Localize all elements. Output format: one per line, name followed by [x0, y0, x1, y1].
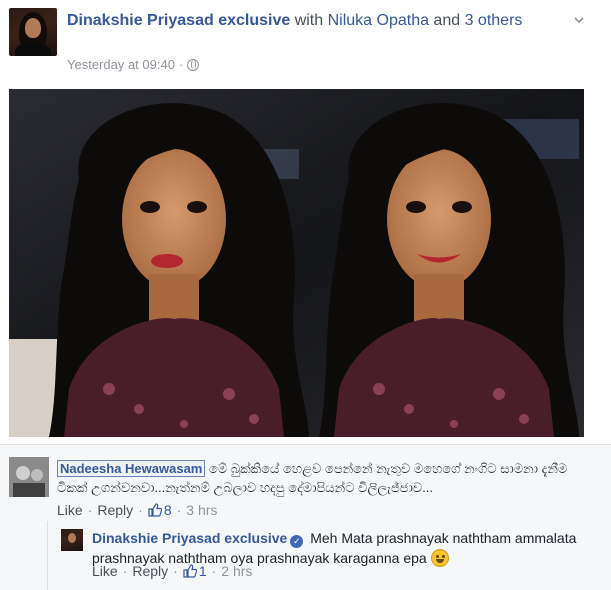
reaction-count[interactable]: 1	[183, 563, 207, 579]
meta-separator: ·	[178, 57, 184, 72]
globe-icon[interactable]	[187, 58, 200, 71]
comment-body: Nadeesha Hewawasam මේ බුක්කියේ හෙළව පෙන්…	[57, 459, 587, 497]
reply-link[interactable]: Reply	[132, 563, 168, 579]
reply-author-avatar[interactable]	[61, 529, 83, 551]
post-header-text: Dinakshie Priyasad exclusive with Niluka…	[67, 10, 527, 32]
reply-actions: Like · Reply · 1 · 2 hrs	[92, 563, 252, 579]
post-photo[interactable]	[9, 89, 584, 437]
thumbs-up-icon	[183, 564, 197, 578]
reaction-count-value: 1	[198, 563, 207, 579]
comment-actions: Like · Reply · 8 · 3 hrs	[57, 502, 217, 518]
reply-link[interactable]: Reply	[97, 502, 133, 518]
reply-time[interactable]: 2 hrs	[221, 563, 252, 579]
action-separator: ·	[211, 563, 217, 579]
action-separator: ·	[122, 563, 128, 579]
author-avatar[interactable]	[9, 8, 57, 56]
post-meta: Yesterday at 09:40 ·	[67, 57, 200, 72]
reply-thread-line	[47, 521, 48, 590]
action-separator: ·	[176, 502, 182, 518]
commenter-name-link[interactable]: Nadeesha Hewawasam	[57, 460, 206, 477]
others-link[interactable]: 3 others	[465, 12, 523, 29]
with-text: with	[290, 12, 328, 29]
post-header: Dinakshie Priyasad exclusive with Niluka…	[9, 8, 599, 78]
facebook-post: Dinakshie Priyasad exclusive with Niluka…	[0, 0, 611, 590]
action-separator: ·	[87, 502, 93, 518]
tagged-user-link[interactable]: Niluka Opatha	[328, 12, 429, 29]
reaction-count[interactable]: 8	[148, 502, 172, 518]
like-link[interactable]: Like	[57, 502, 83, 518]
action-separator: ·	[173, 563, 178, 579]
action-separator: ·	[138, 502, 143, 518]
reply-body: Dinakshie Priyasad exclusive ✓ Meh Mata p…	[92, 528, 587, 568]
and-text: and	[428, 12, 465, 29]
thumbs-up-icon	[148, 503, 162, 517]
laughing-emoji-icon	[430, 549, 449, 567]
post-timestamp[interactable]: Yesterday at 09:40	[67, 57, 175, 72]
verified-badge-icon: ✓	[290, 535, 304, 548]
reaction-count-value: 8	[163, 502, 172, 518]
author-name-link[interactable]: Dinakshie Priyasad exclusive	[67, 12, 290, 29]
chevron-down-icon[interactable]	[573, 14, 585, 26]
comment-time[interactable]: 3 hrs	[186, 502, 217, 518]
like-link[interactable]: Like	[92, 563, 118, 579]
reply-author-name-link[interactable]: Dinakshie Priyasad exclusive	[92, 530, 287, 546]
commenter-avatar[interactable]	[9, 457, 49, 497]
